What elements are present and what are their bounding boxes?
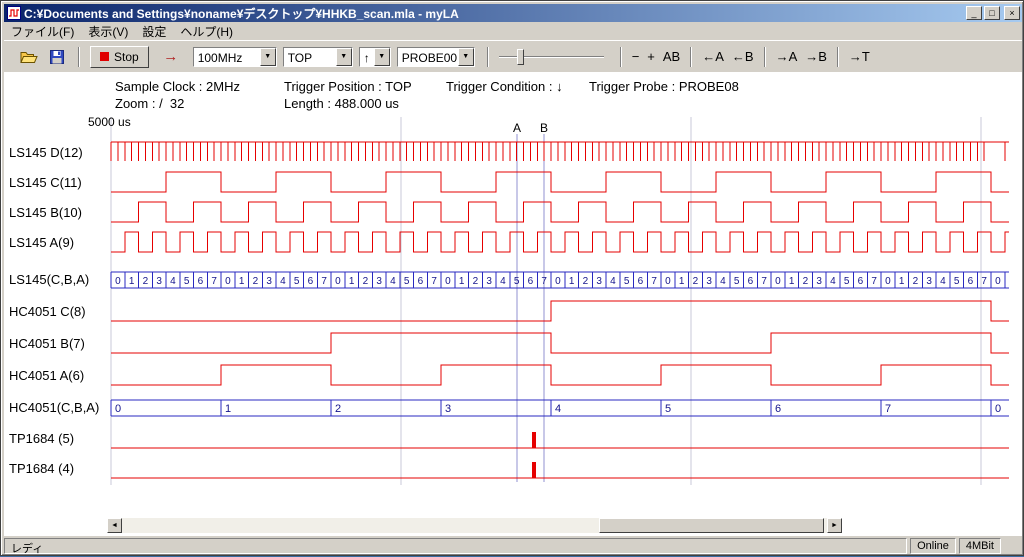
scrollbar-thumb[interactable] bbox=[599, 518, 824, 533]
stop-icon bbox=[100, 52, 109, 61]
trigger-position-select[interactable]: TOP▼ bbox=[283, 47, 353, 67]
menubar: ファイル(F)表示(V)設定ヘルプ(H) bbox=[4, 23, 1022, 40]
zoom-ab-span-button[interactable]: AB bbox=[659, 48, 684, 65]
goto-trigger-button[interactable]: →T bbox=[845, 48, 874, 65]
toolbar-separator bbox=[690, 47, 692, 67]
close-button[interactable]: × bbox=[1004, 6, 1020, 20]
trigger-condition-value: Trigger Condition : ↓ bbox=[446, 79, 563, 94]
stop-label: Stop bbox=[114, 50, 139, 64]
probe-select[interactable]: PROBE00▼ bbox=[397, 47, 475, 67]
trigger-position-select-value: TOP bbox=[284, 48, 336, 66]
move-left-to-b-button[interactable]: ←B bbox=[728, 48, 758, 65]
menu-settings[interactable]: 設定 bbox=[135, 22, 173, 41]
status-online: Online bbox=[910, 538, 956, 554]
trigger-edge-select[interactable]: ↑▼ bbox=[359, 47, 391, 67]
menu-view[interactable]: 表示(V) bbox=[81, 22, 135, 41]
slider-thumb[interactable] bbox=[517, 49, 524, 65]
chevron-down-icon[interactable]: ▼ bbox=[374, 48, 390, 66]
statusbar-spacer bbox=[1004, 538, 1022, 554]
minimize-button[interactable]: _ bbox=[966, 6, 982, 20]
toolbar-separator bbox=[78, 47, 80, 67]
toolbar-separator bbox=[620, 47, 622, 67]
window-controls: _ □ × bbox=[966, 6, 1020, 20]
move-right-to-a-button[interactable]: →A bbox=[772, 48, 802, 65]
run-button[interactable]: → bbox=[158, 46, 184, 68]
open-folder-icon bbox=[20, 50, 38, 64]
floppy-disk-icon bbox=[50, 50, 64, 64]
maximize-button[interactable]: □ bbox=[984, 6, 1000, 20]
statusbar: レディ Online 4MBit bbox=[4, 536, 1022, 554]
chevron-down-icon[interactable]: ▼ bbox=[336, 48, 352, 66]
zoom-value: Zoom : / 32 bbox=[115, 96, 184, 111]
toolbar-separator bbox=[487, 47, 489, 67]
app-window: C:¥Documents and Settings¥noname¥デスクトップ¥… bbox=[0, 0, 1024, 556]
slider-track bbox=[499, 56, 604, 58]
zoom-in-button[interactable]: + bbox=[643, 48, 659, 65]
scroll-right-button[interactable]: ► bbox=[827, 518, 842, 533]
toolbar-separator bbox=[837, 47, 839, 67]
toolbar: Stop → 100MHz▼TOP▼↑▼PROBE00▼ −+AB←A←B→A→… bbox=[4, 40, 1022, 72]
chevron-down-icon[interactable]: ▼ bbox=[458, 48, 474, 66]
trigger-probe-value: Trigger Probe : PROBE08 bbox=[589, 79, 739, 94]
toolbar-buttons: −+AB ←A←B →A→B →T bbox=[614, 47, 874, 67]
run-arrow-icon: → bbox=[163, 48, 178, 65]
trigger-position-value: Trigger Position : TOP bbox=[284, 79, 412, 94]
app-icon bbox=[7, 6, 21, 20]
length-value: Length : 488.000 us bbox=[284, 96, 399, 111]
scrollbar-track[interactable] bbox=[122, 518, 827, 533]
move-left-to-a-button[interactable]: ←A bbox=[698, 48, 728, 65]
move-right-to-b-button[interactable]: →B bbox=[801, 48, 831, 65]
sample-rate-select-value: 100MHz bbox=[194, 48, 260, 66]
toolbar-combos: 100MHz▼TOP▼↑▼PROBE00▼ bbox=[193, 47, 481, 67]
waveform-pane-background bbox=[4, 72, 1022, 536]
chevron-down-icon[interactable]: ▼ bbox=[260, 48, 276, 66]
menu-help[interactable]: ヘルプ(H) bbox=[173, 22, 240, 41]
open-file-button[interactable] bbox=[16, 46, 42, 68]
toolbar-separator bbox=[764, 47, 766, 67]
status-memory: 4MBit bbox=[959, 538, 1001, 554]
sample-clock-value: Sample Clock : 2MHz bbox=[115, 79, 240, 94]
trigger-edge-select-value: ↑ bbox=[360, 48, 374, 66]
probe-select-value: PROBE00 bbox=[398, 48, 458, 66]
stop-button[interactable]: Stop bbox=[90, 46, 149, 68]
zoom-slider[interactable] bbox=[499, 47, 604, 67]
status-message: レディ bbox=[4, 538, 907, 554]
menu-file[interactable]: ファイル(F) bbox=[4, 22, 81, 41]
save-button[interactable] bbox=[44, 46, 70, 68]
scroll-left-button[interactable]: ◄ bbox=[107, 518, 122, 533]
zoom-out-button[interactable]: − bbox=[628, 48, 644, 65]
horizontal-scrollbar[interactable]: ◄ ► bbox=[107, 518, 842, 533]
sample-rate-select[interactable]: 100MHz▼ bbox=[193, 47, 277, 67]
window-title: C:¥Documents and Settings¥noname¥デスクトップ¥… bbox=[24, 5, 966, 22]
titlebar[interactable]: C:¥Documents and Settings¥noname¥デスクトップ¥… bbox=[4, 4, 1022, 22]
